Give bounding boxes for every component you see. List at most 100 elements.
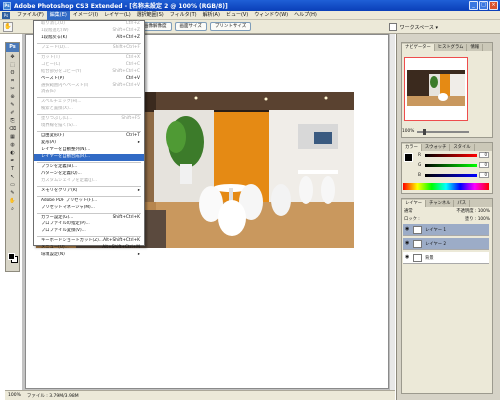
vertical-scrollbar[interactable] <box>389 34 395 390</box>
hand-tool-icon[interactable]: ✋ <box>8 198 17 205</box>
opacity-value[interactable]: 100% <box>478 209 490 214</box>
tab-styles[interactable]: スタイル <box>450 144 475 151</box>
tab-color[interactable]: カラー <box>402 144 422 151</box>
healing-brush-tool-icon[interactable]: ✎ <box>8 102 17 109</box>
edit-menu-item[interactable]: カラー設定(G)... Shift+Ctrl+K <box>34 215 144 222</box>
tab-info[interactable]: 情報 <box>467 44 484 51</box>
lasso-tool-icon[interactable]: ʘ <box>8 70 17 77</box>
shape-tool-icon[interactable]: ▭ <box>8 182 17 189</box>
edit-menu-item[interactable]: プロファイル変換(V)... <box>34 228 144 235</box>
edit-menu-item[interactable]: メモリをクリア(R) ▸ <box>34 188 144 195</box>
edit-menu-item[interactable]: プロファイルの指定(P)... <box>34 221 144 228</box>
edit-menu-item[interactable]: コピー(C) Ctrl+C <box>34 62 144 69</box>
slice-tool-icon[interactable]: ⊕ <box>8 94 17 101</box>
color-panel-foreground[interactable] <box>404 153 413 162</box>
minimize-button[interactable]: _ <box>469 1 478 10</box>
eye-icon[interactable]: ◉ <box>405 241 410 246</box>
edit-menu-item[interactable]: 結合部分をコピー(Y) Shift+Ctrl+C <box>34 69 144 76</box>
eraser-tool-icon[interactable]: ⌫ <box>8 126 17 133</box>
gradient-tool-icon[interactable]: ▦ <box>8 134 17 141</box>
menu-help[interactable]: ヘルプ(H) <box>291 11 320 20</box>
blend-mode-select[interactable]: 通常 <box>404 208 413 214</box>
menu-select[interactable]: 選択範囲(S) <box>134 11 167 20</box>
edit-menu-item[interactable]: カスタムシェイプを定義(J)... <box>34 178 144 185</box>
status-file-info[interactable]: ファイル : 3.79M/3.98M <box>27 393 79 399</box>
workspace-menu[interactable]: ワークスペース ▾ <box>388 23 438 31</box>
tab-histogram[interactable]: ヒストグラム <box>435 44 468 51</box>
color-spectrum[interactable] <box>403 183 489 190</box>
channel-r-slider[interactable] <box>425 153 477 157</box>
tab-channels[interactable]: チャンネル <box>426 200 455 207</box>
channel-r-value[interactable]: 0 <box>479 152 489 158</box>
edit-menu-item[interactable]: 1段階戻る(K) Alt+Ctrl+Z <box>34 35 144 42</box>
brush-tool-icon[interactable]: ✐ <box>8 110 17 117</box>
edit-menu-item[interactable]: Adobe PDF プリセット(F)... <box>34 198 144 205</box>
fill-value[interactable]: 100% <box>478 217 490 222</box>
edit-menu-item[interactable]: 自由変形(F) Ctrl+T <box>34 133 144 140</box>
edit-menu-item[interactable]: 変形(A) ▸ <box>34 140 144 147</box>
edit-menu-item[interactable]: レイヤーを自動合成(R)... <box>34 153 144 161</box>
channel-b-slider[interactable] <box>425 173 477 177</box>
edit-menu-item[interactable]: 環境設定(N) ▸ <box>34 252 144 259</box>
magic-wand-tool-icon[interactable]: ⌗ <box>8 78 17 85</box>
menu-image[interactable]: イメージ(I) <box>70 11 101 20</box>
channel-g-value[interactable]: 0 <box>479 162 489 168</box>
layer-row-1[interactable]: ◉ レイヤー 1 <box>403 224 489 236</box>
type-tool-icon[interactable]: T <box>8 166 17 173</box>
print-size-button[interactable]: プリントサイズ <box>209 22 252 31</box>
edit-menu-item[interactable]: 消去(E) <box>34 89 144 96</box>
maximize-button[interactable]: □ <box>479 1 488 10</box>
menu-view[interactable]: ビュー(V) <box>223 11 251 20</box>
navigator-zoom-value[interactable]: 100% <box>402 129 414 134</box>
menu-filter[interactable]: フィルタ(T) <box>167 11 200 20</box>
dodge-tool-icon[interactable]: ◐ <box>8 150 17 157</box>
edit-menu-item[interactable]: 取り消し(O) Ctrl+Z <box>34 21 144 28</box>
edit-menu-item[interactable]: ブラシを定義(B)... <box>34 164 144 171</box>
tab-navigator[interactable]: ナビゲーター <box>402 44 435 51</box>
edit-menu-item[interactable]: 塗りつぶし(L)... Shift+F5 <box>34 116 144 123</box>
menu-layer[interactable]: レイヤー(L) <box>101 11 134 20</box>
pen-tool-icon[interactable]: ✒ <box>8 158 17 165</box>
channel-b-value[interactable]: 0 <box>479 172 489 178</box>
edit-menu-item[interactable]: 境界線を描く(S)... <box>34 123 144 130</box>
edit-menu-item[interactable]: パターンを定義(Q)... <box>34 171 144 178</box>
status-zoom[interactable]: 100% <box>8 393 21 398</box>
menu-analysis[interactable]: 解析(A) <box>200 11 223 20</box>
eye-icon[interactable]: ◉ <box>405 227 410 232</box>
menu-window[interactable]: ウィンドウ(W) <box>251 11 291 20</box>
edit-menu-item[interactable]: 検索と置換(X)... <box>34 106 144 113</box>
zoom-slider-handle[interactable] <box>423 128 427 135</box>
edit-menu-item[interactable]: フェード(D)... Shift+Ctrl+F <box>34 45 144 52</box>
move-tool-icon[interactable]: ✥ <box>8 54 17 61</box>
tab-layers[interactable]: レイヤー <box>402 200 427 207</box>
tab-swatches[interactable]: スウォッチ <box>422 144 451 151</box>
edit-menu-item[interactable]: 1段階進む(W) Shift+Ctrl+Z <box>34 28 144 35</box>
edit-menu-item[interactable]: プリセットマネージャ(M)... <box>34 205 144 212</box>
notes-tool-icon[interactable]: ✎ <box>8 190 17 197</box>
blur-tool-icon[interactable]: ◍ <box>8 142 17 149</box>
edit-menu-item[interactable]: レイヤーを自動整列(N)... <box>34 147 144 154</box>
menu-edit[interactable]: 編集(E) <box>46 10 70 20</box>
crop-tool-icon[interactable]: ✂ <box>8 86 17 93</box>
edit-menu-item[interactable]: メニュー(U)... Alt+Shift+Ctrl+M <box>34 245 144 252</box>
edit-menu-item[interactable]: 選択範囲内へペースト(I) Shift+Ctrl+V <box>34 83 144 90</box>
screen-size-button[interactable]: 画面サイズ <box>174 22 207 31</box>
zoom-tool-icon[interactable]: ⌕ <box>8 206 17 213</box>
marquee-tool-icon[interactable]: ⬚ <box>8 62 17 69</box>
edit-menu-item[interactable]: カット(T) Ctrl+X <box>34 55 144 62</box>
foreground-color-swatch[interactable] <box>8 253 15 260</box>
edit-menu-item[interactable]: ペースト(P) Ctrl+V <box>34 76 144 83</box>
hand-tool-preset-icon[interactable]: ✋ <box>3 21 13 32</box>
edit-menu-item[interactable]: スペルチェック(H)... <box>34 99 144 106</box>
path-selection-tool-icon[interactable]: ↖ <box>8 174 17 181</box>
channel-g-slider[interactable] <box>425 163 477 167</box>
layer-row-background[interactable]: ◉ 背景 <box>403 252 489 264</box>
layer-row-2[interactable]: ◉ レイヤー 2 <box>403 238 489 250</box>
menu-file[interactable]: ファイル(F) <box>14 11 47 20</box>
tab-paths[interactable]: パス <box>454 200 471 207</box>
eye-icon[interactable]: ◉ <box>405 255 410 260</box>
navigator-zoom-slider[interactable] <box>417 128 470 135</box>
close-button[interactable]: × <box>489 1 498 10</box>
clone-stamp-tool-icon[interactable]: ⎘ <box>8 118 17 125</box>
ps-menu-icon[interactable]: Ps <box>2 11 10 19</box>
